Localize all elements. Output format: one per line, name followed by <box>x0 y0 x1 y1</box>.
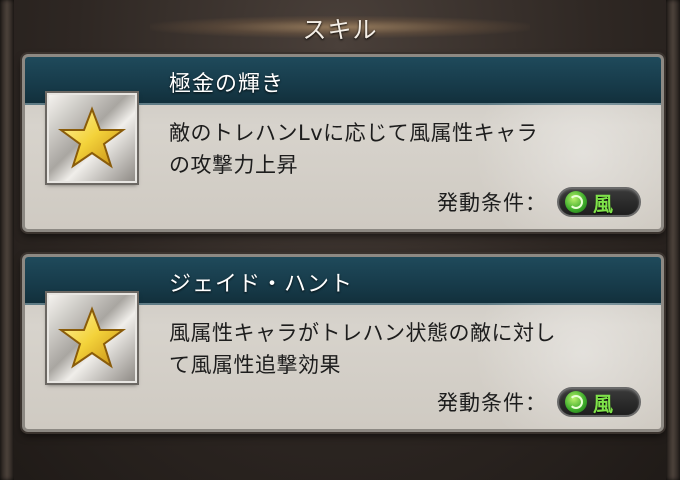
condition-label: 発動条件： <box>437 391 547 415</box>
element-label: 風 <box>593 391 613 416</box>
element-badge: 風 <box>557 187 641 217</box>
element-badge: 風 <box>557 387 641 417</box>
wind-element-icon <box>565 391 587 413</box>
skill-description-line: 敵のトレハンLvに応じて風属性キャラ <box>169 121 539 145</box>
right-frame-rail <box>666 0 680 480</box>
star-icon <box>57 306 127 369</box>
screen-header: スキル <box>0 0 680 48</box>
skill-description: 風属性キャラがトレハン状態の敵に対し て風属性追撃効果 <box>169 317 639 381</box>
skill-card: 極金の輝き 敵のトレハンLvに応じて風属性キャラ の攻撃力上昇 発動条件： 風 <box>22 54 664 232</box>
element-label: 風 <box>593 191 613 216</box>
skill-card: ジェイド・ハント 風属性キャラがトレハン状態の敵に対し て風属性追撃効果 発動条… <box>22 254 664 432</box>
skill-description-line: て風属性追撃効果 <box>169 353 341 377</box>
skill-icon-frame <box>47 93 137 183</box>
activation-condition: 発動条件： 風 <box>437 185 641 219</box>
skill-name: ジェイド・ハント <box>169 272 354 297</box>
skill-icon-frame <box>47 293 137 383</box>
star-icon <box>57 106 127 169</box>
skill-description-line: の攻撃力上昇 <box>169 153 298 177</box>
condition-label: 発動条件： <box>437 191 547 215</box>
wind-element-icon <box>565 191 587 213</box>
left-frame-rail <box>0 0 14 480</box>
activation-condition: 発動条件： 風 <box>437 385 641 419</box>
screen-title: スキル <box>302 16 378 44</box>
skill-description: 敵のトレハンLvに応じて風属性キャラ の攻撃力上昇 <box>169 117 639 181</box>
skill-description-line: 風属性キャラがトレハン状態の敵に対し <box>169 321 556 345</box>
skill-name: 極金の輝き <box>169 72 285 97</box>
